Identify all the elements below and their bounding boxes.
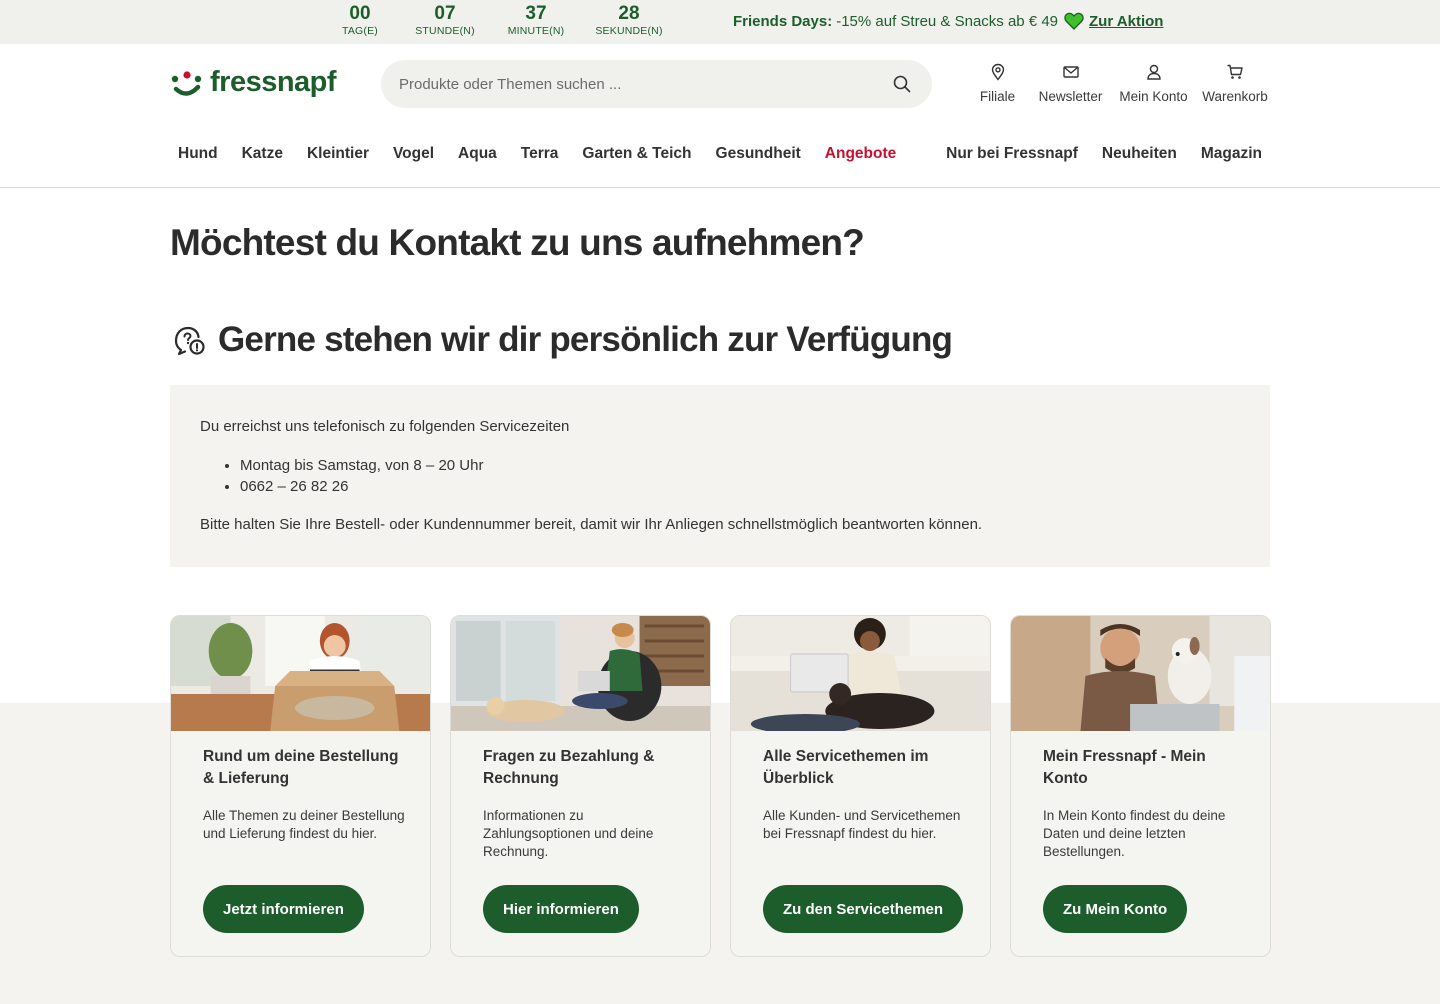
service-hours-box: Du erreichst uns telefonisch zu folgende… (170, 385, 1270, 567)
card-button[interactable]: Zu Mein Konto (1043, 885, 1188, 933)
card-order-delivery: Rund um deine Bestellung & Lieferung All… (170, 615, 431, 957)
countdown-hours: 07 STUNDE(N) (390, 4, 500, 38)
nav-item-terra[interactable]: Terra (521, 145, 559, 163)
promo-message: Friends Days: -15% auf Streu & Snacks ab… (733, 12, 1163, 30)
nav-item-nur-bei-fressnapf[interactable]: Nur bei Fressnapf (946, 145, 1078, 163)
nav-item-katze[interactable]: Katze (242, 145, 283, 163)
card-my-account: Mein Fressnapf - Mein Konto In Mein Kont… (1010, 615, 1271, 957)
header-action-label: Newsletter (1038, 89, 1103, 104)
countdown-label: MINUTE(N) (507, 25, 565, 37)
logo-mark-icon (171, 70, 202, 96)
promo-bar: 00 TAG(E) 07 STUNDE(N) 37 MINUTE(N) 28 S… (0, 0, 1440, 44)
card-button[interactable]: Jetzt informieren (203, 885, 364, 933)
header-actions: Filiale Newsletter Mein Konto Warenkorb (970, 63, 1273, 104)
countdown-label: SEKUNDE(N) (595, 25, 663, 37)
nav-item-magazin[interactable]: Magazin (1201, 145, 1262, 163)
card-description: Alle Kunden- und Servicethemen bei Fress… (763, 808, 961, 841)
card-description: Informationen zu Zahlungsoptionen und de… (483, 808, 654, 859)
user-icon (1146, 64, 1161, 80)
nav-item-vogel[interactable]: Vogel (393, 145, 434, 163)
search-input[interactable] (399, 75, 890, 93)
card-payment-invoice: Fragen zu Bezahlung & Rechnung Informati… (450, 615, 711, 957)
countdown-value: 00 (349, 3, 371, 24)
card-title: Rund um deine Bestellung & Lieferung (203, 748, 399, 787)
header-action-konto[interactable]: Mein Konto (1114, 63, 1193, 104)
header-action-newsletter[interactable]: Newsletter (1031, 63, 1110, 104)
location-pin-icon (991, 63, 1004, 81)
secondary-nav: Nur bei Fressnapf Neuheiten Magazin (922, 145, 1262, 163)
card-description: In Mein Konto findest du deine Daten und… (1043, 808, 1226, 859)
countdown-minutes: 37 MINUTE(N) (500, 4, 572, 38)
countdown-value: 07 (434, 3, 456, 24)
service-list: Montag bis Samstag, von 8 – 20 Uhr 0662 … (240, 455, 1240, 497)
cart-icon (1227, 64, 1243, 79)
header-action-warenkorb[interactable]: Warenkorb (1197, 63, 1273, 104)
search-button[interactable] (890, 72, 914, 96)
nav-divider (0, 187, 1440, 188)
card-title: Alle Servicethemen im Überblick (763, 748, 929, 787)
header-action-label: Mein Konto (1119, 89, 1188, 104)
heart-icon (1064, 12, 1084, 30)
card-image-man-dog-laptop (1011, 616, 1270, 731)
header-action-filiale[interactable]: Filiale (970, 63, 1025, 104)
nav-item-aqua[interactable]: Aqua (458, 145, 497, 163)
card-title: Mein Fressnapf - Mein Konto (1043, 748, 1206, 787)
nav-item-gesundheit[interactable]: Gesundheit (716, 145, 801, 163)
nav-item-kleintier[interactable]: Kleintier (307, 145, 369, 163)
promo-link[interactable]: Zur Aktion (1089, 13, 1163, 30)
card-image-woman-unboxing (171, 616, 430, 731)
main-nav: Hund Katze Kleintier Vogel Aqua Terra Ga… (178, 145, 920, 163)
nav-item-garten-teich[interactable]: Garten & Teich (582, 145, 691, 163)
list-item: Montag bis Samstag, von 8 – 20 Uhr (240, 455, 1240, 476)
countdown: 00 TAG(E) 07 STUNDE(N) 37 MINUTE(N) 28 S… (330, 4, 686, 38)
nav-item-hund[interactable]: Hund (178, 145, 218, 163)
countdown-seconds: 28 SEKUNDE(N) (572, 4, 686, 38)
promo-text: -15% auf Streu & Snacks ab € 49 (836, 12, 1059, 30)
countdown-label: STUNDE(N) (415, 25, 475, 37)
header-action-label: Warenkorb (1202, 89, 1268, 104)
card-service-topics: Alle Servicethemen im Überblick Alle Kun… (730, 615, 991, 957)
countdown-days: 00 TAG(E) (330, 4, 390, 38)
nav-item-neuheiten[interactable]: Neuheiten (1102, 145, 1177, 163)
card-button[interactable]: Zu den Servicethemen (763, 885, 964, 933)
section-title: Gerne stehen wir dir persönlich zur Verf… (218, 320, 953, 359)
logo-text: fressnapf (210, 66, 337, 98)
search-icon (893, 75, 911, 93)
countdown-value: 28 (618, 3, 640, 24)
search-bar (381, 60, 932, 108)
service-note: Bitte halten Sie Ihre Bestell- oder Kund… (200, 516, 983, 533)
mail-icon (1062, 66, 1079, 78)
card-image-woman-laptop-dog (451, 616, 710, 731)
service-intro: Du erreichst uns telefonisch zu folgende… (200, 418, 570, 435)
list-item: 0662 – 26 82 26 (240, 476, 1240, 497)
card-button[interactable]: Hier informieren (483, 885, 639, 933)
chat-support-icon (174, 326, 205, 356)
section-heading: Gerne stehen wir dir persönlich zur Verf… (172, 320, 953, 360)
nav-item-angebote[interactable]: Angebote (825, 145, 896, 163)
promo-title: Friends Days: (733, 12, 833, 30)
countdown-label: TAG(E) (341, 25, 378, 37)
service-cards: Rund um deine Bestellung & Lieferung All… (170, 615, 1290, 957)
countdown-value: 37 (525, 3, 547, 24)
card-description: Alle Themen zu deiner Bestellung und Lie… (203, 808, 405, 841)
fressnapf-logo[interactable]: fressnapf (170, 66, 337, 99)
card-image-woman-sofa-dog (731, 616, 990, 731)
page-title: Möchtest du Kontakt zu uns aufnehmen? (170, 222, 865, 263)
card-title: Fragen zu Bezahlung & Rechnung (483, 748, 655, 787)
header-action-label: Filiale (979, 89, 1016, 104)
